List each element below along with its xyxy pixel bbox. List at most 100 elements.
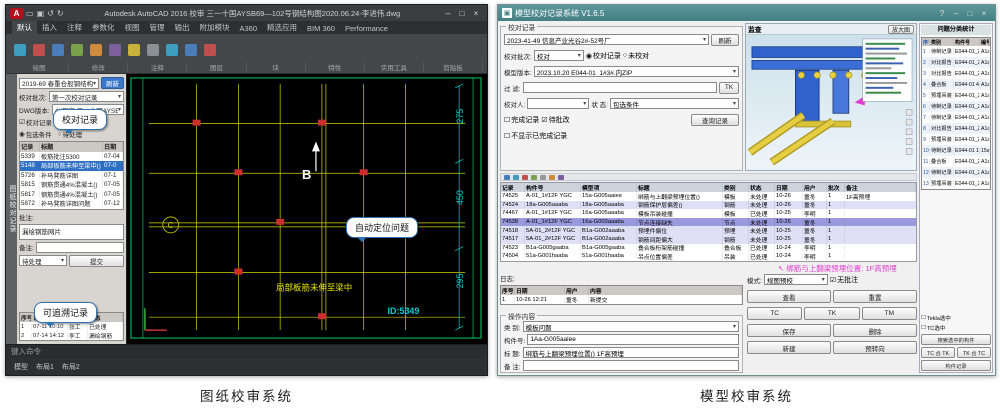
minimize-icon[interactable]: –: [949, 9, 963, 18]
checkbox-hide-finished[interactable]: ☐ 不显示已完成记录: [504, 131, 567, 141]
radio-proof-records[interactable]: ◉ 校对记录: [586, 51, 621, 61]
ribbon-tab[interactable]: 参数化: [87, 21, 120, 34]
table-row[interactable]: 74523B1a-G005gaabaB1a-G005gaaba叠合板桁架筋碰撞叠…: [501, 244, 916, 253]
version-select[interactable]: 2023.10.20 E044-01_1#3#.内ZIP ▾: [534, 66, 739, 77]
polyline-tool-icon[interactable]: [33, 44, 45, 56]
grid-tool-icon[interactable]: [540, 175, 546, 180]
copy-tool-icon[interactable]: [90, 44, 102, 56]
grid-tool-icon[interactable]: [549, 175, 555, 180]
title-input[interactable]: 绑筋与上翻梁预埋位置() 1F高预埋: [523, 347, 739, 358]
refresh-button[interactable]: 刷新: [711, 34, 739, 46]
ribbon-tab[interactable]: BIM 360: [302, 23, 340, 34]
zoom-view-button[interactable]: 放大图: [888, 25, 914, 34]
checkbox-no-annotation[interactable]: ☑ 无批注: [830, 275, 858, 285]
ribbon-tab[interactable]: 输出: [170, 21, 195, 34]
table-row[interactable]: 745185A-01_2#12F YGCB1a-G002aaaba预埋件偏位预埋…: [501, 226, 916, 235]
table-row[interactable]: 1待制记录E044-01_2# 1FA1a-T001: [922, 46, 990, 57]
layout-tab[interactable]: 布局1: [33, 362, 57, 372]
table-row[interactable]: 107-11 10:10张工已处理: [20, 322, 123, 331]
table-row[interactable]: 5148局部板筋未伸至梁中()07-0: [20, 161, 123, 171]
delete-button[interactable]: 删除: [833, 324, 917, 337]
tc-to-tk-button[interactable]: TC 合 TK: [921, 347, 955, 358]
batch-select[interactable]: 校对 ▾: [534, 50, 584, 61]
minimize-icon[interactable]: –: [441, 9, 455, 18]
table-row[interactable]: 5339板筋批注530007-04: [20, 152, 123, 162]
line-tool-icon[interactable]: [14, 44, 26, 56]
ribbon-panel-label[interactable]: 特性: [306, 62, 365, 72]
maximize-icon[interactable]: □: [455, 9, 469, 18]
close-icon[interactable]: ×: [469, 9, 483, 18]
palette-title[interactable]: 图纸校对记录: [6, 74, 17, 344]
mode-select[interactable]: 规图预校 ▾: [764, 274, 828, 285]
table-row[interactable]: 6待制记录E044-01_2# 1FA1a-T001: [922, 101, 990, 112]
refresh-button[interactable]: 刷新: [101, 77, 124, 89]
ribbon-panel-label[interactable]: 修改: [69, 62, 128, 72]
table-row[interactable]: 5预埋吊装E044-01_2# 1FA1a-T001: [922, 90, 990, 101]
autocad-logo-icon[interactable]: A: [10, 8, 23, 19]
undo-icon[interactable]: ↺: [47, 9, 54, 18]
table-row[interactable]: 5817钢筋贯通4%混凝土()07-05: [20, 190, 123, 200]
close-icon[interactable]: ×: [977, 9, 991, 18]
model-3d-canvas[interactable]: [746, 35, 916, 170]
command-line[interactable]: 键入命令: [6, 344, 487, 358]
save-icon[interactable]: ▣: [37, 9, 45, 18]
table-row[interactable]: 4叠合板E044-01 4# 12FA1a-B003: [922, 79, 990, 90]
ribbon-tab[interactable]: 附加模块: [195, 21, 235, 34]
tk-button[interactable]: TK: [804, 307, 859, 320]
table-row[interactable]: 207-14 14:12李工漏绘钢筋: [20, 331, 123, 340]
dimension-tool-icon[interactable]: [128, 44, 140, 56]
checker-select[interactable]: ▾: [527, 98, 589, 109]
query-records-button[interactable]: 查询记录: [691, 114, 739, 126]
text-tool-icon[interactable]: [109, 44, 121, 56]
tk-filter-button[interactable]: TK: [719, 82, 739, 94]
ribbon-tab[interactable]: 默认: [12, 21, 37, 34]
status-select[interactable]: 待处理 ▾: [19, 255, 67, 266]
new-button[interactable]: 新建: [747, 341, 831, 354]
table-row[interactable]: 745175A-01_2#12F YGCB1a-G002aaaba钢筋间距偏大钢…: [501, 235, 916, 244]
table-row[interactable]: 11叠合板E044-01_2# 1FA1a-B003: [922, 156, 990, 167]
project-select[interactable]: 2023-41-49 信息产业光谷2#-52号厂 ▾: [504, 34, 709, 45]
grid-tool-icon[interactable]: [531, 175, 537, 180]
ribbon-tab[interactable]: 插入: [37, 21, 62, 34]
checkbox-tekla-selected[interactable]: ☐ Tekla选中: [921, 314, 991, 322]
ribbon-panel-label[interactable]: 块: [247, 62, 306, 72]
table-row[interactable]: 3对比报告E044-01_2# 1FA1a-FA01: [922, 68, 990, 79]
filter-input[interactable]: [523, 82, 717, 93]
submit-button[interactable]: 提交: [69, 255, 124, 267]
table-row[interactable]: 7450451a-G001haaba51a-G001haaba吊点位置偏差吊装已…: [501, 252, 916, 261]
category-select[interactable]: 模板问题 ▾: [523, 321, 739, 332]
table-row[interactable]: 2对比报告E044-01_2# 1FA1a-FA01: [922, 57, 990, 68]
remark-input[interactable]: [523, 360, 739, 371]
table-row[interactable]: 110-26 12:21童冬新提交: [501, 295, 742, 304]
table-row[interactable]: 74467A-01_1#12F YGC16a-G005aaaba模板吊装碰撞模板…: [501, 209, 916, 218]
table-row[interactable]: 8对比报告E044-01_2# 1FA1a-FA01: [922, 123, 990, 134]
table-row[interactable]: 5815钢筋贯通4%混凝土()07-05: [20, 180, 123, 190]
ribbon-panel-label[interactable]: 注释: [128, 62, 187, 72]
table-row[interactable]: 74538A-01_1#12F YGC16a-G003aaaba节点连接缺失节点…: [501, 218, 916, 227]
tk-to-tc-button[interactable]: TK 合 TC: [957, 347, 991, 358]
ribbon-tab[interactable]: 注释: [62, 21, 87, 34]
table-row[interactable]: 12待制记录E044-01_2# 1FA1a-T001: [922, 167, 990, 178]
circle-tool-icon[interactable]: [52, 44, 64, 56]
radio-unreviewed[interactable]: ○ 未校对: [623, 51, 649, 61]
part-record-button[interactable]: 构件记录: [921, 360, 991, 371]
project-select[interactable]: 2019-69 春重仓般钢结构项目 ▾: [19, 78, 99, 89]
checkbox-pending-fix[interactable]: ☑ 待批改: [541, 115, 569, 125]
ribbon-tab[interactable]: Performance: [340, 23, 393, 34]
table-row[interactable]: 9预埋吊装E044-01_2# 1FA1a-T001: [922, 134, 990, 145]
ribbon-tab[interactable]: 管理: [145, 21, 170, 34]
reset-button[interactable]: 重置: [833, 290, 917, 303]
new-icon[interactable]: ▭: [26, 9, 34, 18]
table-row[interactable]: 7452418a-G005aaaba18a-G005aaaba钢筋保护层偏差()…: [501, 201, 916, 210]
table-row[interactable]: 74525A-01_1#12F YGC15a-G005aaiee绑筋与上翻梁预埋…: [501, 192, 916, 201]
view-button[interactable]: 查看: [747, 290, 831, 303]
maximize-icon[interactable]: □: [963, 9, 977, 18]
batch-select[interactable]: 第一次校对记录 ▾: [49, 91, 124, 102]
table-row[interactable]: 7待制记录E044-01_2# 1FA1a-T001: [922, 112, 990, 123]
properties-tool-icon[interactable]: [185, 44, 197, 56]
ribbon-panel-label[interactable]: 图层: [187, 62, 246, 72]
ribbon-tab[interactable]: A360: [235, 23, 263, 34]
ribbon-tab[interactable]: 精选应用: [262, 21, 302, 34]
checkbox-tc-selected[interactable]: ☐ TC选中: [921, 324, 991, 332]
table-row[interactable]: 13预埋吊装E044-01_2# 1FA1a-B003: [922, 178, 990, 189]
